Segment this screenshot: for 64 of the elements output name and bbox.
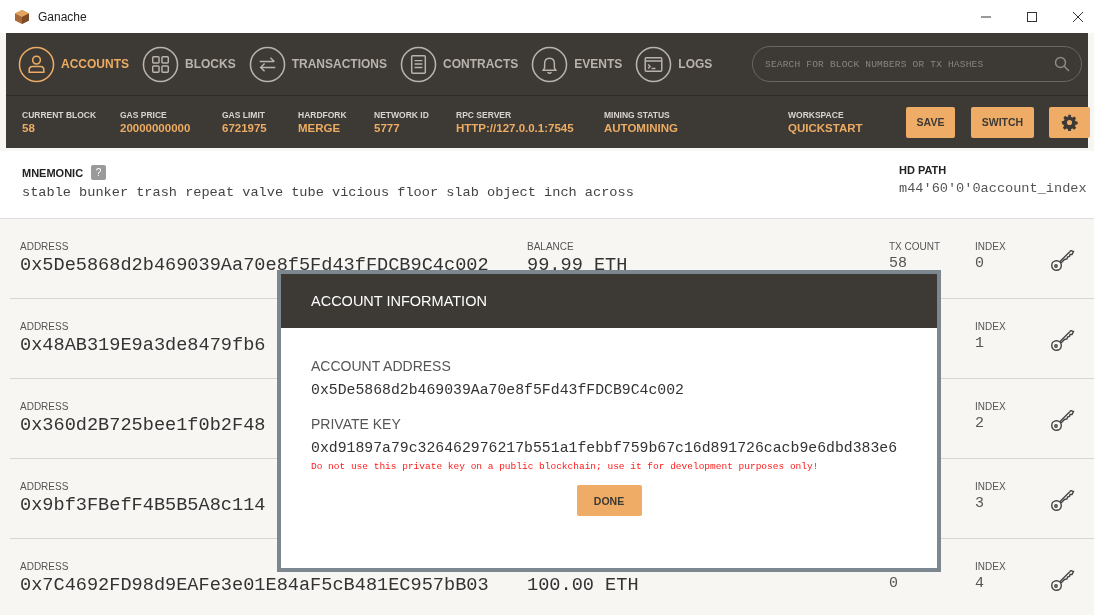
nav-tab[interactable]: LOGS xyxy=(635,45,713,83)
account-address: 0x5De5868d2b469039Aa70e8f5Fd43fFDCB9C4c002 xyxy=(20,255,489,276)
stat-label: HARDFORK xyxy=(298,110,348,120)
stat-value: 6721975 xyxy=(222,122,268,134)
index-label: INDEX xyxy=(975,241,1006,253)
hd-path-value: m44'60'0'0account_index xyxy=(899,181,1088,196)
address-label: ADDRESS xyxy=(20,401,69,413)
index-label: INDEX xyxy=(975,481,1006,493)
private-key: 0xd91897a79c326462976217b551a1febbf759b67c16d891726cacb9e6dbd383e6 xyxy=(311,440,905,457)
index-value: 2 xyxy=(975,415,984,432)
stat-value: MERGE xyxy=(298,122,342,134)
nav-tab[interactable]: BLOCKS xyxy=(142,45,236,83)
address-label: ACCOUNT ADDRESS xyxy=(311,358,451,374)
switch-button[interactable]: SWITCH xyxy=(971,106,1034,138)
address-label: ADDRESS xyxy=(20,561,69,573)
stat-label: MINING STATUS xyxy=(604,110,671,120)
nav-tab[interactable]: ACCOUNTS xyxy=(18,45,129,83)
stat-value: HTTP://127.0.0.1:7545 xyxy=(456,122,575,134)
done-button[interactable]: DONE xyxy=(576,485,642,516)
index-label: INDEX xyxy=(975,321,1006,333)
address-label: ADDRESS xyxy=(20,241,69,253)
stat-value: 5777 xyxy=(374,122,401,134)
stat-label: NETWORK ID xyxy=(374,110,430,120)
index-value: 1 xyxy=(975,335,984,352)
account-address: 0x48AB319E9a3de8479fb6 xyxy=(20,335,266,356)
stat-label: GAS LIMIT xyxy=(222,110,266,120)
help-badge[interactable]: ? xyxy=(91,165,107,180)
account-address: 0x9bf3FBefF4B5B5A8c114 xyxy=(20,495,266,516)
index-value: 4 xyxy=(975,575,984,592)
mnemonic-label: MNEMONIC xyxy=(22,166,84,179)
stat-value: AUTOMINING xyxy=(604,122,679,134)
stat-label: GAS PRICE xyxy=(120,110,168,120)
warning-text: Do not use this private key on a public blockchain; use it for development purposes only! xyxy=(311,461,819,472)
hd-path-label: HD PATH xyxy=(899,164,948,176)
tx-count-label: TX COUNT xyxy=(889,241,941,253)
private-key-label: PRIVATE KEY xyxy=(311,416,401,432)
tx-count-value: 58 xyxy=(889,255,907,272)
dialog-title: ACCOUNT INFORMATION xyxy=(281,274,937,328)
window-title: Ganache xyxy=(38,9,87,24)
balance-label: BALANCE xyxy=(527,241,574,253)
account-address: 0x7C4692FD98d9EAFe3e01E84aF5cB481EC957bB03 xyxy=(20,575,489,596)
tx-count-value: 0 xyxy=(889,575,898,592)
index-label: INDEX xyxy=(975,401,1006,413)
stat-value: 20000000000 xyxy=(120,122,192,134)
search-field[interactable]: SEARCH FOR BLOCK NUMBERS OR TX HASHES xyxy=(752,46,1082,82)
save-button[interactable]: SAVE xyxy=(906,106,955,138)
balance-value: 100.00 ETH xyxy=(527,575,639,596)
address-label: ADDRESS xyxy=(20,481,69,493)
index-label: INDEX xyxy=(975,561,1006,573)
stat-value: 58 xyxy=(22,122,36,134)
stat-label: CURRENT BLOCK xyxy=(22,110,98,120)
index-value: 0 xyxy=(975,255,984,272)
account-address: 0x5De5868d2b469039Aa70e8f5Fd43fFDCB9C4c002 xyxy=(311,382,684,398)
index-value: 3 xyxy=(975,495,984,512)
balance-value: 99.99 ETH xyxy=(527,255,628,276)
account-address: 0x360d2B725bee1f0b2F48 xyxy=(20,415,266,436)
stat-label: RPC SERVER xyxy=(456,110,513,120)
address-label: ADDRESS xyxy=(20,321,69,333)
nav-tab[interactable]: CONTRACTS xyxy=(400,45,519,83)
nav-tab[interactable]: TRANSACTIONS xyxy=(248,45,387,83)
nav-tab[interactable]: EVENTS xyxy=(531,45,623,83)
workspace-label: WORKSPACE xyxy=(788,110,845,120)
workspace-name: QUICKSTART xyxy=(788,122,864,134)
mnemonic-phrase: stable bunker trash repeat valve tube vicious floor slab object inch across xyxy=(22,185,634,200)
